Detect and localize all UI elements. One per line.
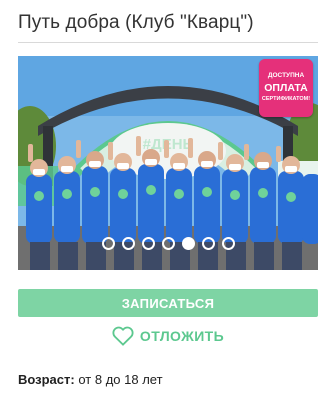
badge-line-2: ОПЛАТА bbox=[264, 82, 308, 95]
carousel-dot[interactable] bbox=[161, 237, 175, 250]
age-label: Возраст: bbox=[18, 372, 75, 387]
signup-button[interactable]: ЗАПИСАТЬСЯ bbox=[18, 289, 318, 317]
badge-line-3: СЕРТИФИКАТОМ! bbox=[261, 96, 311, 103]
carousel-dot-active[interactable] bbox=[181, 237, 195, 250]
carousel-dot[interactable] bbox=[201, 237, 215, 250]
carousel-dot[interactable] bbox=[221, 237, 235, 250]
heart-icon bbox=[112, 326, 134, 346]
photo-carousel[interactable]: #ДЕНЬ bbox=[18, 56, 318, 270]
page-title: Путь добра (Клуб "Кварц") bbox=[18, 12, 254, 33]
certificate-payment-badge: ДОСТУПНА ОПЛАТА СЕРТИФИКАТОМ! bbox=[259, 59, 313, 117]
carousel-dot[interactable] bbox=[121, 237, 135, 250]
carousel-dot[interactable] bbox=[101, 237, 115, 250]
carousel-dots bbox=[18, 237, 318, 250]
save-for-later-button[interactable]: ОТЛОЖИТЬ bbox=[18, 323, 318, 349]
age-value: от 8 до 18 лет bbox=[78, 372, 163, 387]
save-for-later-label: ОТЛОЖИТЬ bbox=[139, 328, 225, 344]
carousel-dot[interactable] bbox=[141, 237, 155, 250]
title-divider bbox=[18, 42, 318, 43]
age-info: Возраст: от 8 до 18 лет bbox=[18, 372, 163, 387]
badge-line-1: ДОСТУПНА bbox=[267, 72, 305, 80]
